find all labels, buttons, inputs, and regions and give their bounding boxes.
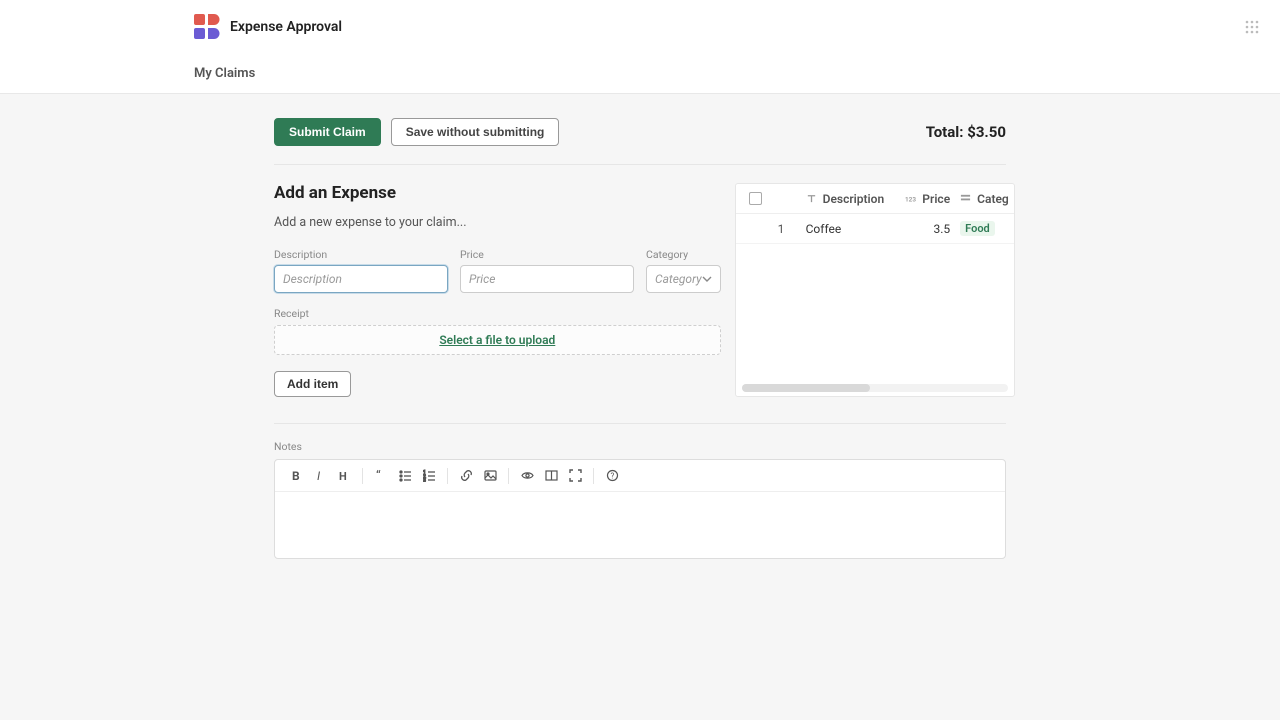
- horizontal-scrollbar[interactable]: [742, 384, 1009, 392]
- svg-text:I: I: [317, 469, 321, 482]
- action-row: Submit Claim Save without submitting Tot…: [274, 118, 1006, 165]
- submit-claim-button[interactable]: Submit Claim: [274, 118, 381, 146]
- editor-toolbar: B I H “ 123 ?: [275, 460, 1005, 492]
- svg-text:H: H: [339, 470, 347, 482]
- col-category: Categ: [977, 192, 1009, 206]
- app-title: Expense Approval: [230, 19, 342, 35]
- notes-textarea[interactable]: [275, 492, 1005, 558]
- chevron-down-icon: [702, 274, 712, 284]
- receipt-upload[interactable]: Select a file to upload: [274, 325, 721, 355]
- upload-link[interactable]: Select a file to upload: [439, 333, 555, 347]
- category-label: Category: [646, 248, 721, 261]
- bold-icon[interactable]: B: [285, 465, 307, 487]
- price-label: Price: [460, 248, 634, 261]
- notes-label: Notes: [274, 440, 1006, 453]
- add-expense-form: Add an Expense Add a new expense to your…: [274, 183, 721, 397]
- apps-grid-icon[interactable]: [1244, 19, 1260, 35]
- nav-bar: My Claims: [0, 54, 1280, 94]
- svg-text:B: B: [292, 469, 300, 482]
- app-header: Expense Approval: [0, 0, 1280, 54]
- row-category-badge: Food: [960, 221, 995, 236]
- divider: [274, 423, 1006, 424]
- preview-icon[interactable]: [516, 465, 538, 487]
- category-icon: [960, 193, 971, 204]
- ordered-list-icon[interactable]: 123: [418, 465, 440, 487]
- row-price: 3.5: [934, 222, 951, 236]
- italic-icon[interactable]: I: [309, 465, 331, 487]
- text-icon: [806, 193, 817, 204]
- select-all-checkbox[interactable]: [749, 192, 762, 205]
- save-without-submitting-button[interactable]: Save without submitting: [391, 118, 560, 146]
- section-subtitle: Add a new expense to your claim...: [274, 215, 721, 230]
- price-input[interactable]: [460, 265, 634, 293]
- link-icon[interactable]: [455, 465, 477, 487]
- svg-text:?: ?: [610, 472, 614, 481]
- number-icon: 123: [905, 193, 916, 204]
- row-index: 1: [776, 222, 804, 236]
- total-label: Total:: [926, 123, 968, 141]
- notes-editor: B I H “ 123 ?: [274, 459, 1006, 559]
- fullscreen-icon[interactable]: [564, 465, 586, 487]
- expense-table: Description 123 Price Categ 1 Coffee 3.5…: [735, 183, 1016, 397]
- col-description: Description: [823, 192, 885, 206]
- svg-text:3: 3: [423, 478, 426, 482]
- image-icon[interactable]: [479, 465, 501, 487]
- nav-my-claims[interactable]: My Claims: [194, 66, 255, 81]
- svg-text:“: “: [376, 469, 381, 482]
- section-title: Add an Expense: [274, 183, 721, 203]
- table-header: Description 123 Price Categ: [736, 184, 1015, 214]
- receipt-label: Receipt: [274, 307, 721, 320]
- description-input[interactable]: [274, 265, 448, 293]
- row-description: Coffee: [806, 222, 842, 236]
- table-row[interactable]: 1 Coffee 3.5 Food: [736, 214, 1015, 244]
- category-placeholder: Category: [655, 272, 702, 286]
- heading-icon[interactable]: H: [333, 465, 355, 487]
- description-label: Description: [274, 248, 448, 261]
- total-value: $3.50: [967, 123, 1006, 141]
- category-select[interactable]: Category: [646, 265, 721, 293]
- add-item-button[interactable]: Add item: [274, 371, 351, 397]
- svg-text:123: 123: [905, 195, 916, 203]
- total-amount: Total: $3.50: [926, 123, 1006, 141]
- app-logo: [194, 14, 220, 40]
- unordered-list-icon[interactable]: [394, 465, 416, 487]
- side-by-side-icon[interactable]: [540, 465, 562, 487]
- quote-icon[interactable]: “: [370, 465, 392, 487]
- col-price: Price: [922, 192, 950, 206]
- help-icon[interactable]: ?: [601, 465, 623, 487]
